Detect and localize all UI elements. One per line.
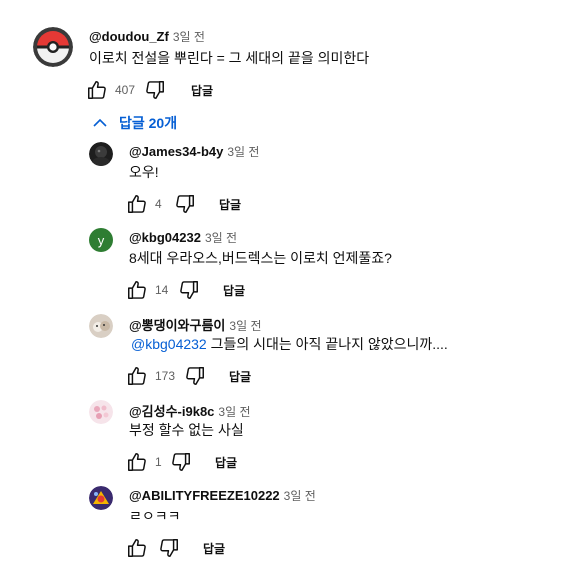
dislike-button[interactable] xyxy=(169,450,193,474)
pokeball-avatar-icon xyxy=(33,27,73,67)
reply-time[interactable]: 3일 전 xyxy=(227,145,259,159)
like-button[interactable] xyxy=(125,278,149,302)
comment-text: 이로치 전설을 뿌린다 = 그 세대의 끝을 의미한다 xyxy=(89,50,370,66)
thumbs-down-icon xyxy=(160,539,178,557)
reply-author[interactable]: @kbg04232 xyxy=(129,230,201,245)
reply-header: @kbg04232 3일 전 xyxy=(129,229,237,247)
like-button[interactable] xyxy=(125,192,149,216)
dislike-button[interactable] xyxy=(183,364,207,388)
like-count: 173 xyxy=(155,369,176,383)
reply-button[interactable]: 답글 xyxy=(215,454,237,471)
reply-time[interactable]: 3일 전 xyxy=(284,489,316,503)
avatar[interactable]: y xyxy=(89,228,113,252)
flower-photo-avatar-icon xyxy=(89,400,113,424)
like-button[interactable] xyxy=(85,78,109,102)
replies-toggle-button[interactable]: 답글 20개 xyxy=(93,113,177,133)
comment-header: @doudou_Zf 3일 전 xyxy=(89,28,205,46)
reply-header: @ABILITYFREEZE10222 3일 전 xyxy=(129,487,316,505)
comment-author[interactable]: @doudou_Zf xyxy=(89,29,169,44)
reply-time[interactable]: 3일 전 xyxy=(229,319,261,333)
thumbs-down-icon xyxy=(146,81,164,99)
reply-actions: 14 답글 xyxy=(125,278,245,302)
reply-button[interactable]: 답글 xyxy=(219,196,241,213)
reply-actions: 답글 xyxy=(125,536,225,560)
like-count: 407 xyxy=(115,83,136,97)
reply-actions: 4 답글 xyxy=(125,192,241,216)
dark-photo-avatar-icon xyxy=(89,142,113,166)
reply-time[interactable]: 3일 전 xyxy=(205,231,237,245)
character-photo-avatar-icon xyxy=(89,486,113,510)
chevron-up-icon xyxy=(93,118,107,127)
replies-toggle-label: 답글 20개 xyxy=(119,115,178,131)
mention-link[interactable]: @kbg04232 xyxy=(131,336,207,352)
thumbs-up-icon xyxy=(128,539,146,557)
avatar[interactable] xyxy=(33,27,73,67)
avatar[interactable] xyxy=(89,142,113,166)
reply-button[interactable]: 답글 xyxy=(223,282,245,299)
thumbs-up-icon xyxy=(128,195,146,213)
thumbs-up-icon xyxy=(128,453,146,471)
reply-author[interactable]: @James34-b4y xyxy=(129,144,223,159)
thumbs-down-icon xyxy=(172,453,190,471)
thumbs-down-icon xyxy=(186,367,204,385)
dislike-button[interactable] xyxy=(143,78,167,102)
reply-button[interactable]: 답글 xyxy=(203,540,225,557)
dislike-button[interactable] xyxy=(157,536,181,560)
like-button[interactable] xyxy=(125,364,149,388)
reply-text: 8세대 우라오스,버드렉스는 이로치 언제풀죠? xyxy=(129,250,392,266)
avatar[interactable] xyxy=(89,486,113,510)
reply-button[interactable]: 답글 xyxy=(229,368,251,385)
thumbs-up-icon xyxy=(88,81,106,99)
avatar[interactable] xyxy=(89,400,113,424)
dog-photo-avatar-icon xyxy=(89,314,113,338)
reply-header: @뽕댕이와구름이 3일 전 xyxy=(129,315,262,335)
reply-text: ㄹㅇㅋㅋ xyxy=(129,508,181,524)
like-button[interactable] xyxy=(125,450,149,474)
reply-author[interactable]: @ABILITYFREEZE10222 xyxy=(129,488,280,503)
thumbs-down-icon xyxy=(180,281,198,299)
avatar-letter: y xyxy=(97,232,105,248)
reply-text: 그들의 시대는 아직 끝나지 않았으니까.... xyxy=(210,336,448,352)
reply-actions: 173 답글 xyxy=(125,364,251,388)
reply-button[interactable]: 답글 xyxy=(191,82,213,99)
reply-author[interactable]: @김성수-i9k8c xyxy=(129,404,214,419)
thumbs-up-icon xyxy=(128,281,146,299)
reply-actions: 1 답글 xyxy=(125,450,237,474)
comment-time[interactable]: 3일 전 xyxy=(173,30,205,44)
dislike-button[interactable] xyxy=(177,278,201,302)
reply-text: 오우! xyxy=(129,164,159,180)
like-count: 1 xyxy=(155,455,162,469)
avatar[interactable] xyxy=(89,314,113,338)
like-button[interactable] xyxy=(125,536,149,560)
like-count: 14 xyxy=(155,283,169,297)
reply-text-line: @kbg04232 그들의 시대는 아직 끝나지 않았으니까.... xyxy=(131,334,448,354)
reply-time[interactable]: 3일 전 xyxy=(218,405,250,419)
dislike-button[interactable] xyxy=(173,192,197,216)
reply-text: 부정 할수 없는 사실 xyxy=(129,422,244,438)
thumbs-up-icon xyxy=(128,367,146,385)
reply-header: @James34-b4y 3일 전 xyxy=(129,143,259,161)
reply-header: @김성수-i9k8c 3일 전 xyxy=(129,401,251,421)
reply-author[interactable]: @뽕댕이와구름이 xyxy=(129,318,225,333)
thumbs-down-icon xyxy=(176,195,194,213)
like-count: 4 xyxy=(155,197,162,211)
comment-actions: 407 답글 xyxy=(85,78,213,102)
